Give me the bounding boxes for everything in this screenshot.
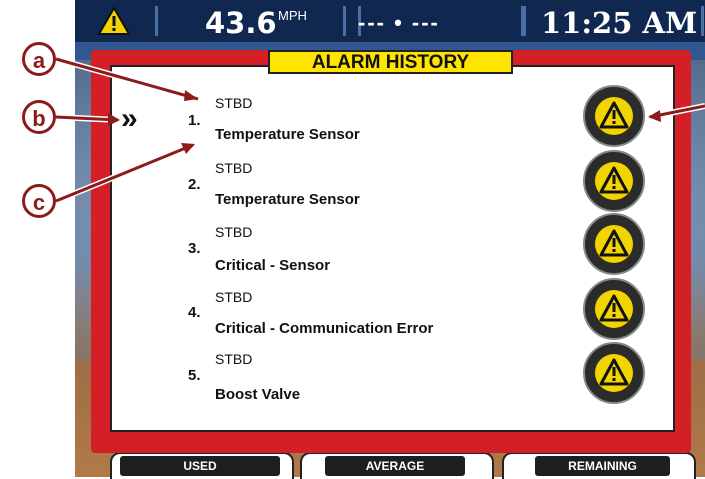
callout-c: c — [22, 184, 56, 218]
callout-leader-lines — [54, 56, 705, 204]
callout-a: a — [22, 42, 56, 76]
callout-b: b — [22, 100, 56, 134]
